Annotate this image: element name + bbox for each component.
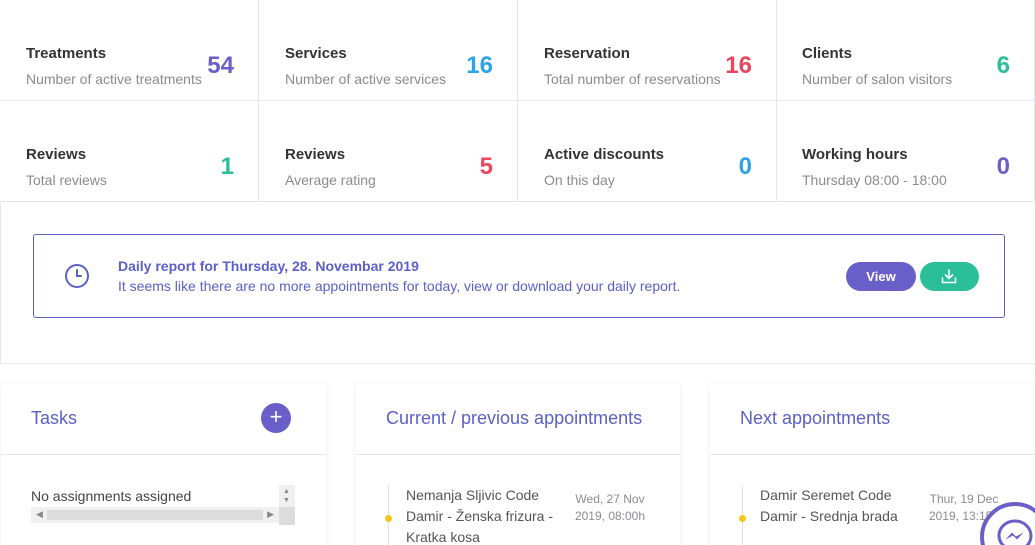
stat-subtitle: Number of active treatments (26, 71, 202, 87)
stat-working-hours[interactable]: Working hours Thursday 08:00 - 18:00 0 (776, 101, 1035, 202)
stat-clients[interactable]: Clients Number of salon visitors 6 (776, 0, 1035, 101)
messenger-icon (997, 519, 1033, 545)
stat-title: Working hours (802, 146, 908, 163)
add-task-button[interactable]: + (261, 403, 291, 433)
stat-value: 1 (220, 153, 234, 180)
clock-icon (65, 264, 89, 288)
stat-treatments[interactable]: Treatments Number of active treatments 5… (0, 0, 259, 101)
stat-value: 54 (207, 52, 234, 79)
stat-reservation[interactable]: Reservation Total number of reservations… (518, 0, 777, 101)
appointment-text: Nemanja Sljivic Code Damir - Ženska friz… (406, 487, 554, 545)
stats-grid: Treatments Number of active treatments 5… (0, 0, 1035, 203)
stat-subtitle: Average rating (285, 172, 376, 188)
stat-value: 5 (479, 153, 493, 180)
stat-value: 16 (725, 52, 752, 79)
stat-title: Reservation (544, 45, 630, 62)
tasks-title: Tasks (31, 408, 78, 428)
appointment-text: Damir Seremet Code Damir - Srednja brada (760, 487, 898, 524)
plus-icon: + (269, 404, 283, 429)
download-icon (941, 269, 957, 284)
stat-subtitle: Total number of reservations (544, 71, 721, 87)
stat-subtitle: Number of active services (285, 71, 447, 87)
stat-services[interactable]: Services Number of active services 16 (259, 0, 518, 101)
tasks-list[interactable]: No assignments assigned ▲ ▼ ◀ ▶ (31, 485, 295, 525)
timeline-dot (385, 515, 392, 522)
daily-report-banner: Daily report for Thursday, 28. Novembar … (33, 234, 1005, 318)
stat-title: Reviews (285, 146, 346, 163)
tasks-header: Tasks + (1, 384, 326, 455)
stat-subtitle: Thursday 08:00 - 18:00 (802, 172, 947, 188)
scrollbar-corner (279, 507, 295, 525)
report-text: It seems like there are no more appointm… (118, 278, 681, 294)
current-appointments-card: Current / previous appointments Nemanja … (356, 384, 680, 545)
stat-title: Treatments (26, 45, 107, 62)
stat-value: 0 (738, 153, 752, 180)
scrollbar-thumb[interactable] (47, 510, 263, 520)
next-appointments-title: Next appointments (740, 408, 891, 428)
timeline-dot (739, 515, 746, 522)
scroll-right-icon[interactable]: ▶ (267, 509, 274, 520)
stat-subtitle: Total reviews (26, 172, 107, 188)
current-appointments-title: Current / previous appointments (386, 408, 643, 428)
stat-title: Services (285, 45, 347, 62)
stat-subtitle: Number of salon visitors (802, 71, 953, 87)
tasks-empty-text: No assignments assigned (31, 488, 192, 504)
scroll-left-icon[interactable]: ◀ (36, 509, 43, 520)
next-appointments-header: Next appointments (710, 384, 1035, 455)
appointment-date: Wed, 27 Nov 2019, 08:00h (574, 492, 646, 523)
horizontal-scrollbar[interactable]: ◀ ▶ (31, 507, 279, 523)
scroll-down-icon[interactable]: ▼ (283, 497, 290, 504)
report-title: Daily report for Thursday, 28. Novembar … (118, 258, 419, 274)
stat-reviews-rating[interactable]: Reviews Average rating 5 (259, 101, 518, 202)
report-section: Daily report for Thursday, 28. Novembar … (0, 203, 1035, 364)
stat-title: Active discounts (544, 146, 665, 163)
stat-title: Reviews (26, 146, 87, 163)
download-report-button[interactable] (920, 262, 979, 291)
stat-title: Clients (802, 45, 853, 62)
stat-value: 0 (996, 153, 1010, 180)
view-report-button[interactable]: View (846, 262, 916, 291)
stat-subtitle: On this day (544, 172, 615, 188)
stat-value: 6 (996, 52, 1010, 79)
stat-value: 16 (466, 52, 493, 79)
stat-active-discounts[interactable]: Active discounts On this day 0 (518, 101, 777, 202)
stat-reviews-total[interactable]: Reviews Total reviews 1 (0, 101, 259, 202)
scroll-up-icon[interactable]: ▲ (283, 488, 290, 495)
current-appointments-header: Current / previous appointments (356, 384, 680, 455)
dashboard-page: Treatments Number of active treatments 5… (0, 0, 1035, 545)
tasks-card: Tasks + No assignments assigned ▲ ▼ ◀ ▶ (1, 384, 326, 545)
